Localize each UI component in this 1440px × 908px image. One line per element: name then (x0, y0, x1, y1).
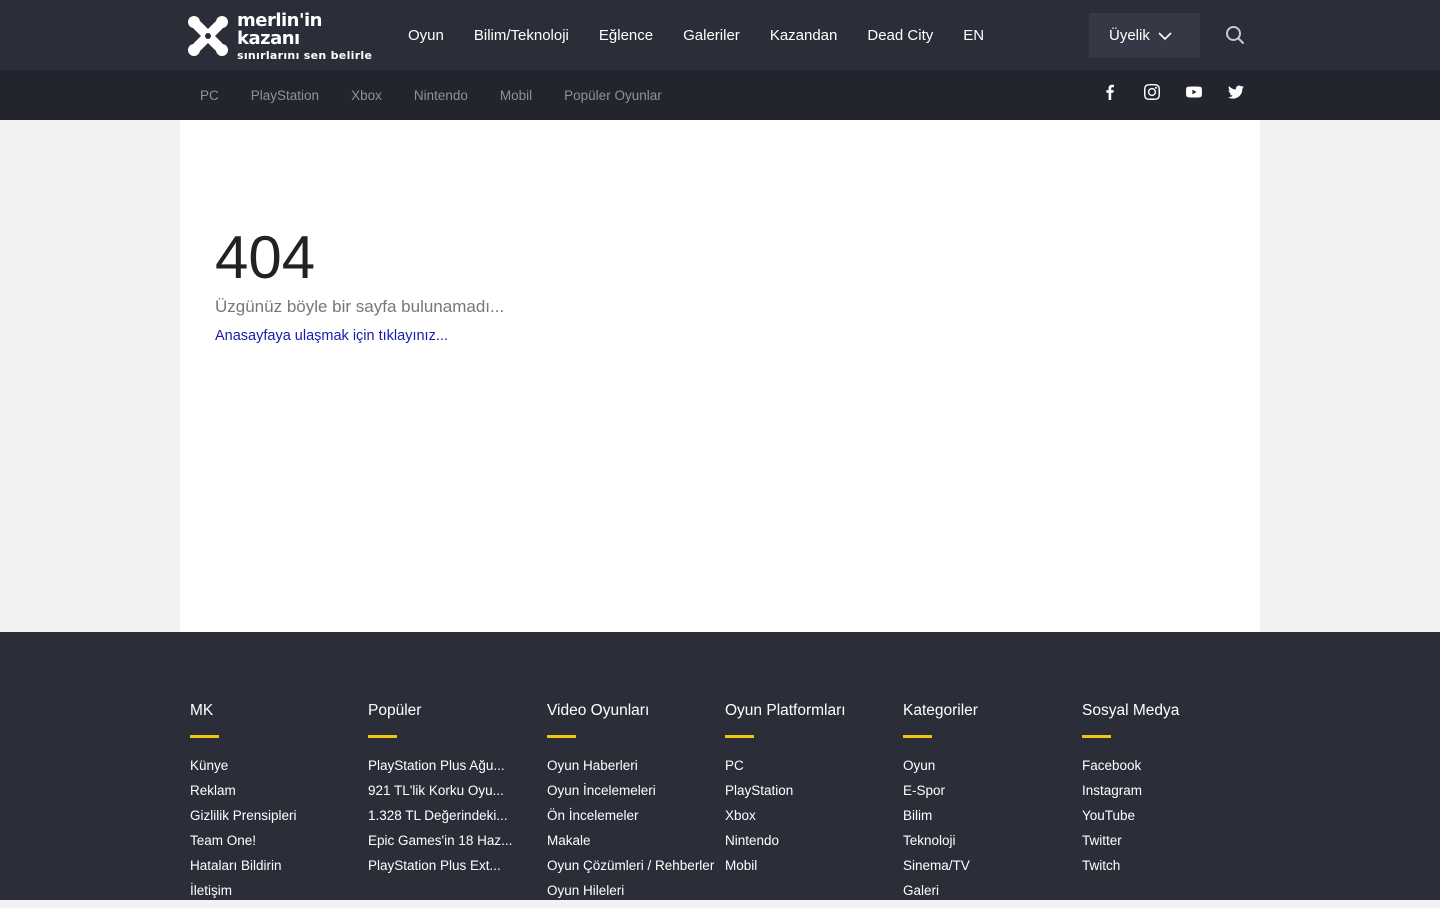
footer-column-title: Oyun Platformları (725, 702, 846, 719)
footer-column-title: Video Oyunları (547, 702, 650, 719)
error-content: 404 Üzgünüz böyle bir sayfa bulunamadı..… (180, 120, 1260, 632)
platform-nav: PC PlayStation Xbox Nintendo Mobil Popüler Oy… (184, 70, 678, 120)
footer-title-underline (725, 735, 754, 738)
footer-link[interactable]: Galeri (903, 883, 1073, 908)
footer-link[interactable]: E-Spor (903, 783, 1073, 808)
footer-link-list: Künye Reklam Gizlilik Prensipleri Team One!… (190, 758, 360, 908)
footer-link[interactable]: Twitter (1082, 833, 1252, 858)
footer-link[interactable]: Mobil (725, 858, 895, 883)
footer-link[interactable]: 921 TL'lik Korku Oyu... (368, 783, 538, 808)
footer-link[interactable]: Hataları Bildirin (190, 858, 360, 883)
footer-title-underline (368, 735, 397, 738)
twitter-icon[interactable] (1222, 80, 1250, 104)
footer-link[interactable]: Oyun Haberleri (547, 758, 717, 783)
footer-column-title: Popüler (368, 702, 422, 719)
footer-link[interactable]: Team One! (190, 833, 360, 858)
footer-column-title: Kategoriler (903, 702, 978, 719)
instagram-icon[interactable] (1138, 80, 1166, 104)
footer-link[interactable]: Oyun İncelemeleri (547, 783, 717, 808)
footer-link-list: Facebook Instagram YouTube Twitter Twitch (1082, 758, 1252, 883)
footer-link[interactable]: Gizlilik Prensipleri (190, 808, 360, 833)
brand-name: merlin'in kazanı (237, 9, 323, 49)
footer-link[interactable]: Oyun (903, 758, 1073, 783)
footer-link[interactable]: Makale (547, 833, 717, 858)
footer-column: MK Künye Reklam Gizlilik Prensipleri Team On… (190, 702, 360, 908)
error-code: 404 (215, 224, 316, 291)
footer-link[interactable]: Instagram (1082, 783, 1252, 808)
footer-title-underline (1082, 735, 1111, 738)
footer-title-underline (903, 735, 932, 738)
footer-link[interactable]: Teknoloji (903, 833, 1073, 858)
header-social-links (1096, 80, 1264, 104)
footer-link[interactable]: YouTube (1082, 808, 1252, 833)
footer-link-list: Oyun E-Spor Bilim Teknoloji Sinema/TV Galeri (903, 758, 1073, 908)
chevron-down-icon (1158, 31, 1172, 40)
home-link[interactable]: Anasayfaya ulaşmak için tıklayınız... (215, 328, 448, 344)
footer-link[interactable]: İletişim (190, 883, 360, 908)
footer-link[interactable]: Künye (190, 758, 360, 783)
site-logo[interactable]: merlin'in kazanı sınırlarını sen belirle (185, 9, 375, 62)
membership-dropdown[interactable]: Üyelik (1089, 13, 1200, 58)
footer-link-list: PC PlayStation Xbox Nintendo Mobil (725, 758, 895, 883)
footer-link[interactable]: Xbox (725, 808, 895, 833)
footer-link[interactable]: Oyun Çözümleri / Rehberler (547, 858, 717, 883)
footer-link[interactable]: Ön İncelemeler (547, 808, 717, 833)
footer-link[interactable]: Reklam (190, 783, 360, 808)
search-icon[interactable] (1224, 24, 1246, 46)
footer-link[interactable]: Sinema/TV (903, 858, 1073, 883)
error-message: Üzgünüz böyle bir sayfa bulunamadı... (215, 297, 505, 316)
footer-link-list: Oyun Haberleri Oyun İncelemeleri Ön İncele… (547, 758, 717, 908)
top-header: merlin'in kazanı sınırlarını sen belirle… (0, 0, 1440, 70)
footer-link[interactable]: Twitch (1082, 858, 1252, 883)
footer-link[interactable]: Nintendo (725, 833, 895, 858)
footer-column: Oyun Platformları PC PlayStation Xbox Ninten… (725, 702, 895, 883)
nav-item-kazandan[interactable]: Kazandan (755, 27, 853, 44)
subnav-item-nintendo[interactable]: Nintendo (398, 88, 484, 103)
footer-link[interactable]: Facebook (1082, 758, 1252, 783)
subnav-item-xbox[interactable]: Xbox (335, 88, 398, 103)
subnav-item-mobil[interactable]: Mobil (484, 88, 548, 103)
footer-link[interactable]: Oyun Hileleri (547, 883, 717, 908)
footer-link[interactable]: 1.328 TL Değerindeki... (368, 808, 538, 833)
footer-link[interactable]: PlayStation Plus Ext... (368, 858, 538, 883)
footer-column-title: MK (190, 702, 214, 719)
footer-title-underline (547, 735, 576, 738)
footer-column: Popüler PlayStation Plus Ağu... 921 TL'lik… (368, 702, 538, 883)
nav-item-e-lence[interactable]: Eğlence (584, 27, 668, 44)
footer-link[interactable]: Epic Games'in 18 Haz... (368, 833, 538, 858)
main-nav: Oyun Bilim/Teknoloji Eğlence Galeriler Kazan… (393, 0, 999, 70)
nav-item-dead-city[interactable]: Dead City (852, 27, 948, 44)
logo-text: merlin'in kazanı sınırlarını sen belirle (237, 9, 375, 62)
footer-column: Video Oyunları Oyun Haberleri Oyun İncelem… (547, 702, 717, 908)
footer-column: Sosyal Medya Facebook Instagram YouTube Twit… (1082, 702, 1252, 883)
facebook-icon[interactable] (1096, 80, 1124, 104)
footer-link[interactable]: PlayStation Plus Ağu... (368, 758, 538, 783)
footer-title-underline (190, 735, 219, 738)
subnav-item-pc[interactable]: PC (184, 88, 235, 103)
nav-item-en[interactable]: EN (948, 27, 999, 44)
footer-column: Kategoriler Oyun E-Spor Bilim Teknoloji Sinem… (903, 702, 1073, 908)
footer-link[interactable]: PC (725, 758, 895, 783)
nav-item-bilim-teknoloji[interactable]: Bilim/Teknoloji (459, 27, 584, 44)
brand-tagline: sınırlarını sen belirle (237, 48, 373, 62)
footer-column-title: Sosyal Medya (1082, 702, 1180, 719)
site-footer: MK Künye Reklam Gizlilik Prensipleri Team On… (0, 632, 1440, 900)
footer-link-list: PlayStation Plus Ağu... 921 TL'lik Korku … (368, 758, 538, 883)
membership-label: Üyelik (1109, 27, 1150, 44)
nav-item-oyun[interactable]: Oyun (393, 27, 459, 44)
footer-link[interactable]: Bilim (903, 808, 1073, 833)
youtube-icon[interactable] (1180, 80, 1208, 104)
nav-item-galeriler[interactable]: Galeriler (668, 27, 755, 44)
footer-link[interactable]: PlayStation (725, 783, 895, 808)
subnav-item-pop-ler-oyunlar[interactable]: Popüler Oyunlar (548, 88, 678, 103)
subnav-item-playstation[interactable]: PlayStation (235, 88, 335, 103)
logo-mark-icon (188, 16, 228, 56)
